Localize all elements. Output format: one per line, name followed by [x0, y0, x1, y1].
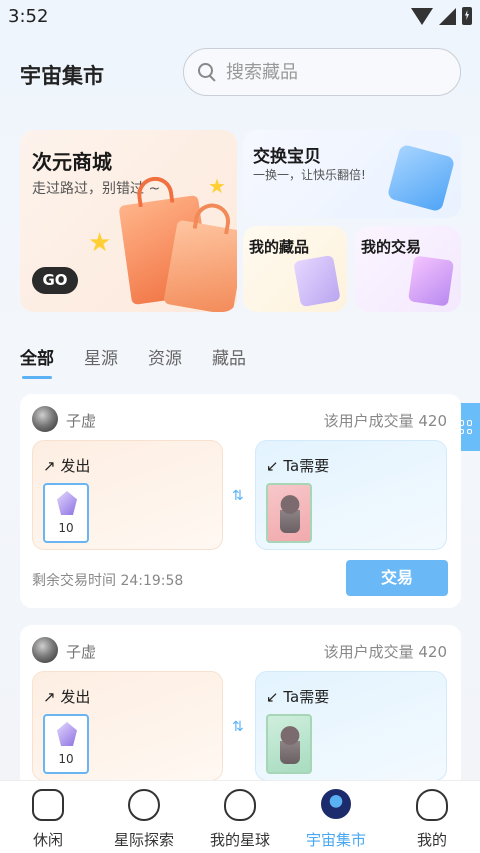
exchange-subtitle: 一换一，让快乐翻倍! [253, 168, 366, 182]
need-title: ↙ Ta需要 [266, 457, 330, 475]
battery-icon [462, 7, 472, 25]
nav-explore[interactable]: 星际探索 [96, 781, 192, 853]
avatar[interactable] [32, 406, 58, 432]
mall-title: 次元商城 [32, 150, 112, 174]
remaining-time: 剩余交易时间 24:19:58 [32, 573, 184, 589]
item-count: 10 [58, 521, 74, 535]
go-button[interactable]: GO [32, 267, 78, 294]
bottom-nav: 休闲 星际探索 我的星球 宇宙集市 我的 [0, 780, 480, 853]
cat-planet-icon [224, 789, 256, 821]
exchange-box-icon [386, 143, 456, 213]
wifi-icon [411, 7, 433, 25]
swap-icon: ⇅ [232, 488, 244, 504]
need-title: ↙ Ta需要 [266, 688, 330, 706]
figurine-icon [280, 495, 300, 533]
trade-card[interactable]: 子虚 该用户成交量 420 ↗ 发出 10 ⇅ ↙ Ta需要 剩余交易时间 24… [20, 394, 461, 608]
username: 子虚 [66, 412, 97, 430]
give-panel: ↗ 发出 10 [32, 671, 223, 781]
need-panel: ↙ Ta需要 [255, 440, 447, 550]
nav-profile[interactable]: 我的 [384, 781, 480, 853]
tab-star-source[interactable]: 星源 [84, 344, 118, 379]
need-item[interactable] [266, 714, 312, 774]
need-panel: ↙ Ta需要 [255, 671, 447, 781]
status-bar: 3:52 [0, 0, 480, 34]
crystal-icon [57, 491, 77, 515]
give-title: ↗ 发出 [43, 688, 91, 706]
collection-title: 我的藏品 [249, 238, 310, 256]
my-collection-banner[interactable]: 我的藏品 [243, 226, 347, 312]
avatar[interactable] [32, 637, 58, 663]
give-item[interactable]: 10 [43, 483, 89, 543]
star-icon: ★ [88, 228, 112, 258]
search-icon [198, 63, 216, 81]
nav-market[interactable]: 宇宙集市 [288, 781, 384, 853]
nav-label: 我的星球 [209, 831, 270, 849]
ufo-icon [321, 789, 351, 819]
nav-label: 休闲 [32, 831, 63, 849]
trade-book-icon [407, 255, 455, 307]
nav-label: 我的 [416, 831, 447, 849]
nav-label: 宇宙集市 [305, 831, 366, 849]
status-icons [411, 7, 472, 25]
page-title: 宇宙集市 [20, 64, 104, 88]
astronaut-icon [128, 789, 160, 821]
tab-all[interactable]: 全部 [20, 344, 54, 379]
nav-leisure[interactable]: 休闲 [0, 781, 96, 853]
status-time: 3:52 [8, 6, 49, 27]
username: 子虚 [66, 643, 97, 661]
trade-button[interactable]: 交易 [346, 560, 448, 596]
need-item[interactable] [266, 483, 312, 543]
exchange-banner[interactable]: 交换宝贝 一换一，让快乐翻倍! [243, 130, 461, 218]
nav-label: 星际探索 [113, 831, 174, 849]
search-bar[interactable] [183, 48, 461, 96]
trade-volume: 该用户成交量 420 [323, 643, 447, 661]
tab-collectibles[interactable]: 藏品 [212, 344, 246, 379]
collection-card-icon [293, 254, 341, 308]
bear-icon [416, 789, 448, 821]
swap-icon: ⇅ [232, 719, 244, 735]
give-panel: ↗ 发出 10 [32, 440, 223, 550]
trades-title: 我的交易 [361, 238, 422, 256]
mall-banner[interactable]: 次元商城 走过路过，别错过 ~ ★ ★ GO [20, 130, 237, 312]
category-tabs: 全部 星源 资源 藏品 [20, 344, 246, 379]
figurine-icon [280, 726, 300, 764]
my-trades-banner[interactable]: 我的交易 [355, 226, 461, 312]
crystal-icon [57, 722, 77, 746]
trade-card[interactable]: 子虚 该用户成交量 420 ↗ 发出 10 ⇅ ↙ Ta需要 [20, 625, 461, 795]
search-input[interactable] [226, 61, 426, 83]
tv-icon [32, 789, 64, 821]
give-item[interactable]: 10 [43, 714, 89, 774]
exchange-title: 交换宝贝 [253, 147, 321, 167]
trade-volume: 该用户成交量 420 [323, 412, 447, 430]
nav-my-planet[interactable]: 我的星球 [192, 781, 288, 853]
give-title: ↗ 发出 [43, 457, 91, 475]
star-icon: ★ [208, 174, 226, 198]
signal-icon [439, 7, 456, 25]
tab-resources[interactable]: 资源 [148, 344, 182, 379]
item-count: 10 [58, 752, 74, 766]
